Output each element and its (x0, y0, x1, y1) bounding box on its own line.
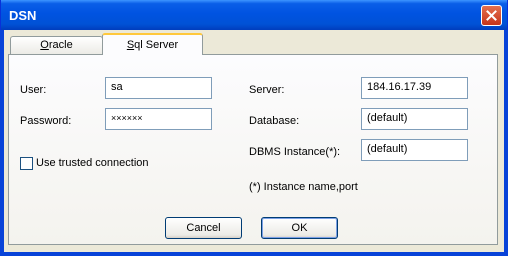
tab-sql-server-label: ql Server (134, 39, 179, 51)
title-bar[interactable]: DSN (1, 0, 507, 30)
server-label: Server: (249, 84, 285, 96)
instance-footnote: (*) Instance name,port (249, 181, 358, 193)
tab-sql-server[interactable]: Sql Server (102, 33, 203, 55)
window-border-right (504, 30, 508, 255)
user-label: User: (20, 84, 47, 96)
password-label: Password: (20, 115, 72, 127)
window-border-left (0, 30, 4, 255)
tab-oracle-mnemonic: O (40, 39, 49, 51)
dsn-dialog: DSN Oracle Sql Server User: sa Password:… (0, 0, 508, 256)
window-border-bottom (0, 252, 508, 256)
database-input[interactable]: (default) (361, 108, 468, 130)
tab-oracle-label: racle (48, 39, 73, 51)
user-input[interactable]: sa (105, 77, 212, 99)
database-label: Database: (249, 115, 300, 127)
server-input[interactable]: 184.16.17.39 (361, 77, 468, 99)
close-button[interactable] (481, 5, 502, 26)
tab-oracle[interactable]: Oracle (10, 36, 103, 54)
dbms-instance-label: DBMS Instance(*): (249, 146, 341, 158)
ok-button[interactable]: OK (261, 217, 338, 239)
close-icon (486, 10, 497, 21)
password-input[interactable]: ×××××× (105, 108, 212, 130)
trusted-connection-checkbox[interactable] (20, 157, 33, 170)
dbms-instance-input[interactable]: (default) (361, 139, 468, 161)
trusted-connection-label[interactable]: Use trusted connection (36, 157, 149, 169)
window-title: DSN (9, 8, 37, 23)
cancel-button[interactable]: Cancel (165, 217, 242, 239)
